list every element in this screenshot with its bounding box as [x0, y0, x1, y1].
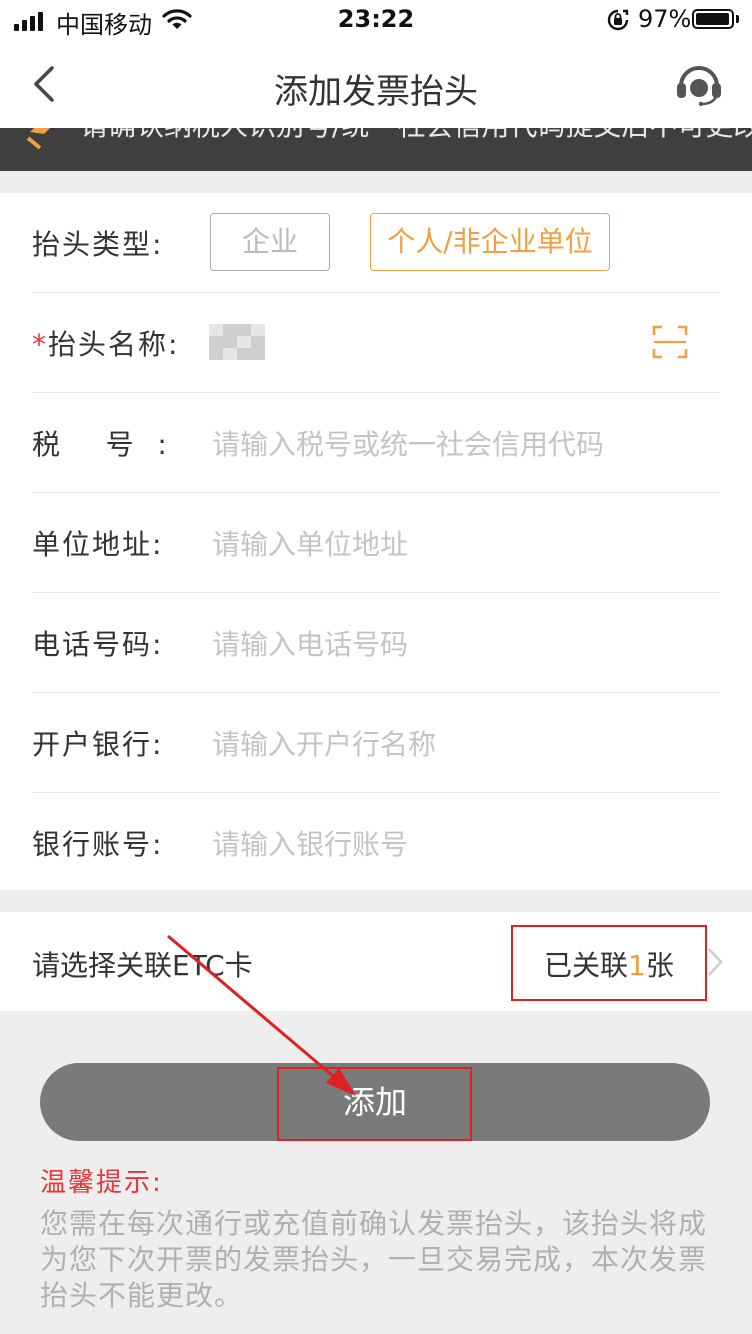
account-input[interactable]: 请输入银行账号 — [212, 823, 408, 863]
header-name-row[interactable]: *抬头名称: — [32, 293, 720, 393]
tax-number-row[interactable]: 税 号 : 请输入税号或统一社会信用代码 — [32, 393, 720, 493]
headset-icon[interactable] — [676, 64, 722, 106]
header-type-company-option[interactable]: 企业 — [210, 213, 330, 271]
notice-banner: 请确认纳税人识别号/统一社会信用代码提交后不可更改。 — [0, 128, 752, 171]
etc-card-label: 请选择关联ETC卡 — [32, 949, 253, 982]
account-label: 银行账号: — [32, 828, 164, 861]
notice-text: 请确认纳税人识别号/统一社会信用代码提交后不可更改。 — [80, 128, 752, 144]
phone-label: 电话号码: — [32, 628, 164, 661]
bank-label: 开户银行: — [32, 728, 164, 761]
battery-tip — [736, 15, 739, 23]
chevron-right-icon — [708, 948, 723, 976]
tax-number-input[interactable]: 请输入税号或统一社会信用代码 — [212, 423, 604, 463]
tips-title: 温馨提示: — [40, 1168, 163, 1198]
annotation-highlight-box — [277, 1067, 472, 1141]
bank-row[interactable]: 开户银行: 请输入开户行名称 — [32, 693, 720, 793]
header-type-label: 抬头类型: — [32, 228, 164, 261]
header-name-label-text: 抬头名称: — [48, 328, 180, 361]
bank-input[interactable]: 请输入开户行名称 — [212, 723, 436, 763]
navigation-bar: 添加发票抬头 — [0, 40, 752, 128]
battery-percentage: 97% — [638, 5, 692, 33]
orientation-lock-icon — [607, 9, 629, 31]
header-type-row: 抬头类型: 企业 个人/非企业单位 — [32, 193, 720, 293]
phone-row[interactable]: 电话号码: 请输入电话号码 — [32, 593, 720, 693]
header-name-label: *抬头名称: — [32, 323, 179, 363]
tax-number-label: 税 号 : — [32, 428, 169, 461]
address-input[interactable]: 请输入单位地址 — [212, 523, 408, 563]
account-row[interactable]: 银行账号: 请输入银行账号 — [32, 793, 720, 892]
header-name-value-blurred[interactable] — [209, 324, 265, 360]
annotation-highlight-box — [511, 925, 707, 1001]
phone-input[interactable]: 请输入电话号码 — [212, 623, 408, 663]
scan-icon[interactable] — [652, 325, 688, 359]
page-title: 添加发票抬头 — [274, 72, 478, 112]
address-row[interactable]: 单位地址: 请输入单位地址 — [32, 493, 720, 593]
invoice-header-form: 抬头类型: 企业 个人/非企业单位 *抬头名称: 税 号 : 请输入税号或统一社… — [0, 193, 752, 890]
status-bar: 中国移动 23:22 97% — [0, 0, 752, 40]
tips-body: 您需在每次通行或充值前确认发票抬头，该抬头将成为您下次开票的发票抬头，一旦交易完… — [40, 1207, 708, 1312]
battery-icon — [692, 9, 734, 29]
warning-icon — [26, 128, 50, 150]
required-mark: * — [32, 328, 48, 361]
header-type-personal-option[interactable]: 个人/非企业单位 — [370, 213, 610, 271]
address-label: 单位地址: — [32, 528, 164, 561]
